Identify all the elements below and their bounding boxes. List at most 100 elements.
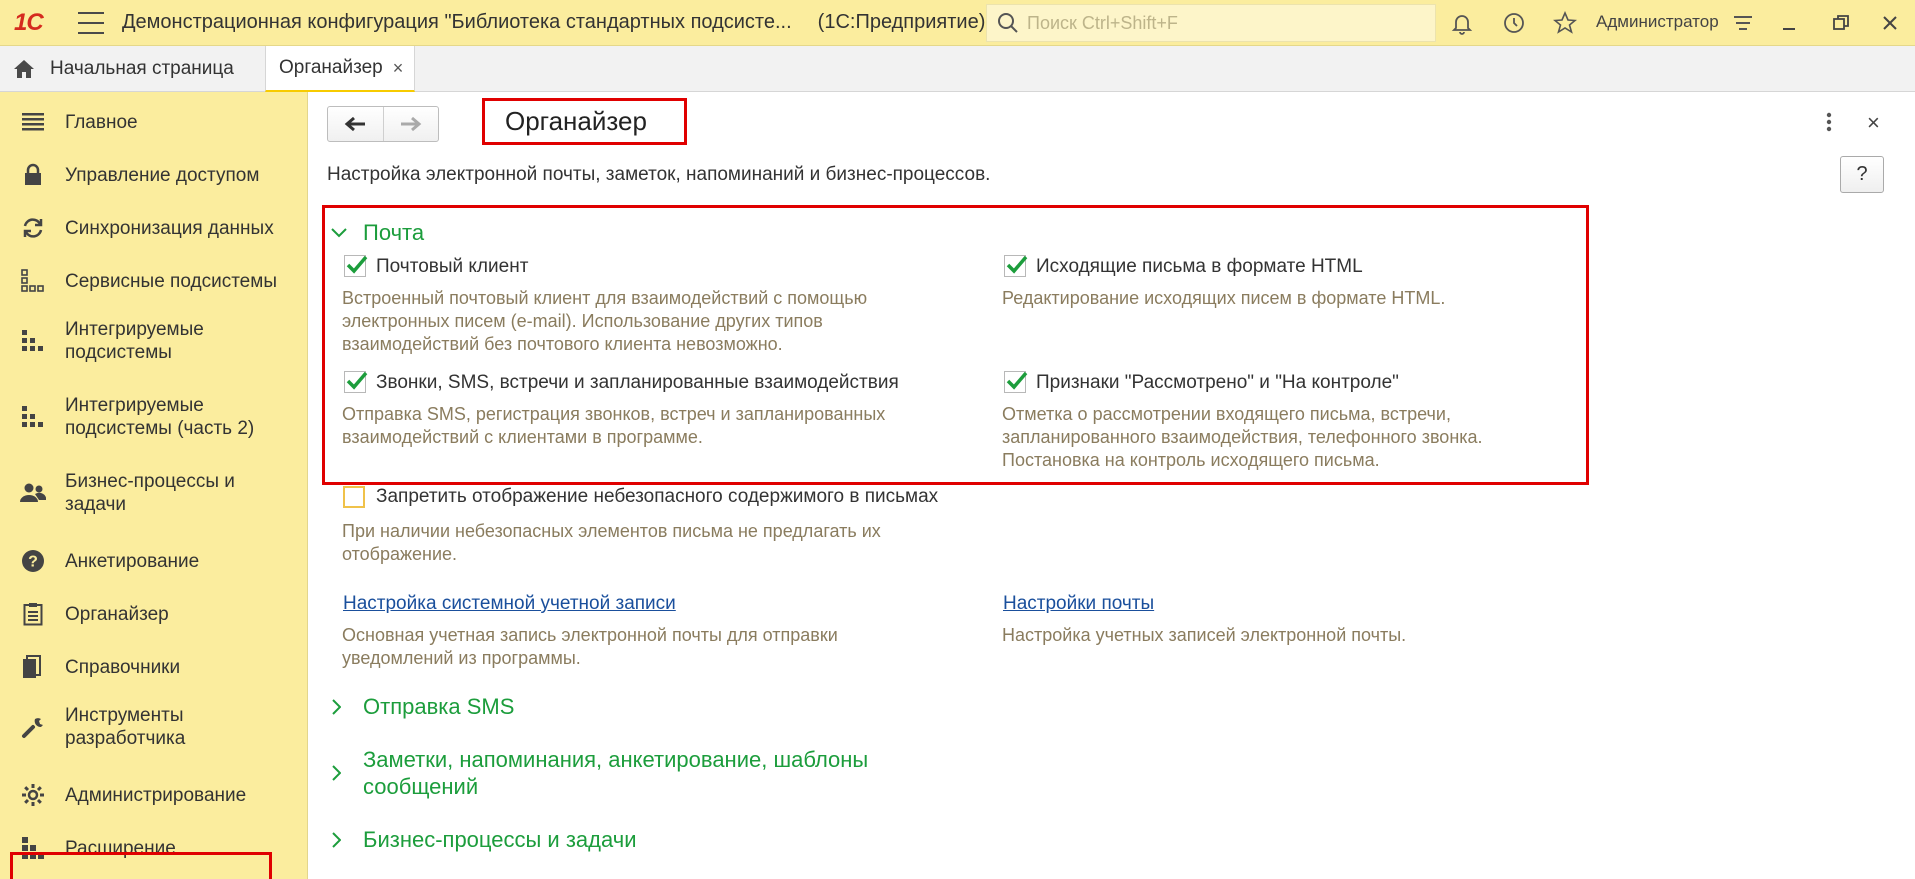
section-mail[interactable]: Почта [331,219,424,246]
sidebar-item-label: Анкетирование [65,550,200,572]
arrow-right-icon [400,116,422,132]
question-icon: ? [20,548,46,574]
search-box[interactable] [986,4,1436,42]
forward-button[interactable] [382,107,439,141]
sidebar-item-devtools[interactable]: Инструменты разработчика [0,704,308,750]
more-options-icon[interactable] [1826,112,1832,138]
sidebar-item-organizer[interactable]: Органайзер [0,599,308,629]
page-title: Органайзер [505,106,647,136]
checkbox-html-letters-label[interactable]: Исходящие письма в формате HTML [1036,255,1363,278]
arrow-left-icon [344,116,366,132]
sidebar-item-integrated-2[interactable]: Интегрируемые подсистемы (часть 2) [0,394,308,440]
checkbox-unsafe-content[interactable] [343,486,365,508]
unsafe-content-hint: При наличии небезопасных элементов письм… [342,521,881,564]
sidebar-item-label: Справочники [65,656,181,678]
main-content: Органайзер × ? Настройка электронной поч… [309,92,1915,879]
list-icon [20,109,46,135]
tab-organizer-label: Органайзер [279,57,383,78]
sidebar-item-sync[interactable]: Синхронизация данных [0,213,308,243]
sidebar-item-label: Главное [65,111,138,133]
top-bar: 1С Демонстрационная конфигурация "Библио… [0,0,1915,46]
sidebar-item-main[interactable]: Главное [0,107,308,137]
admin-highlight-box [10,852,272,879]
sidebar-item-admin[interactable]: Администрирование [0,780,308,810]
checkbox-mail-client[interactable] [344,255,368,277]
mail-settings-hint: Настройка учетных записей электронной по… [1002,625,1407,645]
html-letters-hint: Редактирование исходящих писем в формате… [1002,288,1446,308]
checkbox-mail-client-label[interactable]: Почтовый клиент [376,255,528,278]
subsystems-icon [20,268,46,294]
sidebar-item-label: Органайзер [65,603,169,625]
checkbox-reviewed-control[interactable] [1004,371,1028,393]
checkmark-icon [1006,371,1028,390]
clipboard-icon [20,601,46,627]
mail-settings-link[interactable]: Настройки почты [1003,593,1154,615]
sidebar-item-survey[interactable]: ? Анкетирование [0,546,308,576]
platform-label: (1С:Предприятие) [817,11,986,33]
lock-icon [20,162,46,188]
checkbox-html-letters[interactable] [1004,255,1028,277]
sidebar-item-label: Управление доступом [65,164,260,186]
tab-close-icon[interactable]: × [393,58,404,79]
section-notes[interactable]: Заметки, напоминания, анкетирование, шаб… [331,746,868,800]
tab-home-label: Начальная страница [50,58,234,79]
chevron-right-icon [331,746,353,800]
chevron-right-icon [331,693,353,720]
tab-home[interactable]: Начальная страница [0,46,234,92]
checkmark-icon [346,255,368,274]
wrench-icon [20,714,46,740]
app-title: Демонстрационная конфигурация "Библиотек… [122,11,792,33]
nav-buttons [327,106,439,142]
system-account-link[interactable]: Настройка системной учетной записи [343,593,676,615]
section-business-processes-title: Бизнес-процессы и задачи [363,827,637,852]
sidebar-item-access[interactable]: Управление доступом [0,160,308,190]
blocks-icon [20,404,46,430]
section-notes-title: Заметки, напоминания, анкетирование, шаб… [363,747,869,799]
main-menu-icon[interactable] [78,11,104,34]
sidebar-item-integrated[interactable]: Интегрируемые подсистемы [0,318,308,364]
reviewed-control-hint: Отметка о рассмотрении входящего письма,… [1002,404,1483,470]
sidebar-item-label: Инструменты разработчика [65,705,186,749]
page-title-box: Органайзер [482,98,687,145]
checkbox-unsafe-content-label[interactable]: Запретить отображение небезопасного соде… [376,485,938,508]
chevron-right-icon [331,826,353,853]
settings-menu-icon[interactable] [1729,9,1757,37]
chevron-down-icon [331,219,353,246]
sidebar-item-label: Интегрируемые подсистемы [65,319,204,363]
section-sms-title: Отправка SMS [363,694,515,719]
close-form-icon[interactable]: × [1867,110,1880,136]
history-icon[interactable] [1500,9,1528,37]
sidebar-item-label: Бизнес-процессы и задачи [65,471,235,515]
star-icon[interactable] [1551,9,1579,37]
page-description: Настройка электронной почты, заметок, на… [327,164,991,185]
tab-bar: Начальная страница Органайзер × [0,46,1915,92]
users-icon [20,480,46,506]
sidebar-item-bp[interactable]: Бизнес-процессы и задачи [0,470,308,516]
search-input[interactable] [1027,12,1427,34]
checkbox-reviewed-control-label[interactable]: Признаки "Рассмотрено" и "На контроле" [1036,371,1399,394]
checkbox-calls-sms-label[interactable]: Звонки, SMS, встречи и запланированные в… [376,371,899,394]
section-sms[interactable]: Отправка SMS [331,693,514,720]
sidebar: Главное Управление доступом Синхронизаци… [0,92,308,879]
books-icon [20,654,46,680]
restore-icon[interactable] [1827,9,1855,37]
sidebar-item-label: Администрирование [65,784,247,806]
calls-sms-hint: Отправка SMS, регистрация звонков, встре… [342,404,886,447]
user-name[interactable]: Администратор [1596,12,1719,32]
system-account-hint: Основная учетная запись электронной почт… [342,625,838,668]
blocks-icon [20,328,46,354]
sync-icon [20,215,46,241]
help-button[interactable]: ? [1840,156,1884,193]
sidebar-item-service[interactable]: Сервисные подсистемы [0,266,308,296]
home-icon [14,60,34,78]
bell-icon[interactable] [1448,9,1476,37]
checkbox-calls-sms[interactable] [344,371,368,393]
sidebar-item-catalogs[interactable]: Справочники [0,652,308,682]
sidebar-item-label: Интегрируемые подсистемы (часть 2) [65,395,255,439]
section-business-processes[interactable]: Бизнес-процессы и задачи [331,826,637,853]
tab-organizer[interactable]: Органайзер × [265,46,415,92]
svg-text:?: ? [28,554,38,571]
back-button[interactable] [328,107,383,141]
minimize-icon[interactable] [1775,9,1803,37]
close-window-icon[interactable] [1876,9,1904,37]
